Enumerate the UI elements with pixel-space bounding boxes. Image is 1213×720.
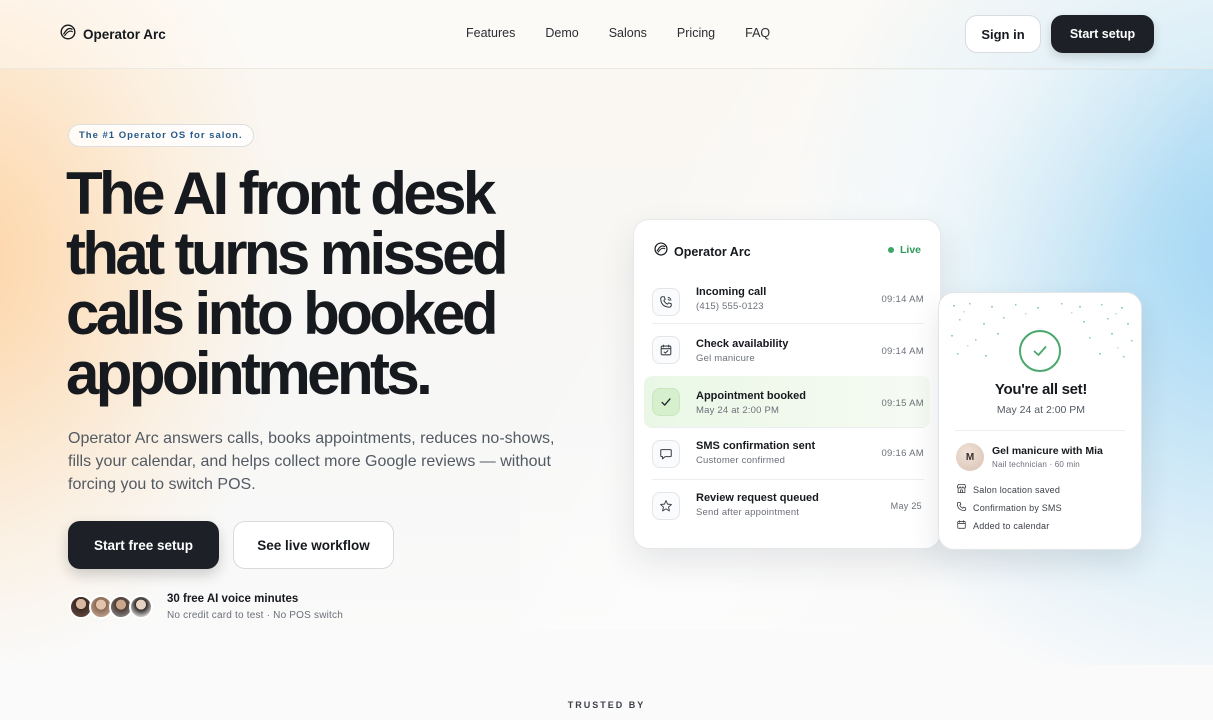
row-title: SMS confirmation sent [696, 440, 816, 452]
headline-line: that turns missed [66, 220, 509, 287]
hero-badge: The #1 Operator OS for salon. [68, 124, 254, 147]
phone-icon [652, 288, 680, 316]
customer-avatars [69, 595, 155, 620]
start-setup-button[interactable]: Start setup [1051, 15, 1154, 53]
row-title: Appointment booked [696, 390, 806, 402]
sign-in-button[interactable]: Sign in [965, 15, 1041, 53]
confirmation-card: You're all set! May 24 at 2:00 PM M Gel … [938, 292, 1142, 550]
brand-mark-icon [654, 242, 668, 261]
headline-line: The AI front desk [66, 160, 496, 227]
nav-link-faq[interactable]: FAQ [745, 26, 770, 40]
detail-text: Salon location saved [973, 484, 1061, 495]
activity-card-title: Operator Arc [674, 244, 751, 259]
start-free-setup-button[interactable]: Start free setup [68, 521, 219, 569]
social-proof-subtitle: No credit card to test · No POS switch [167, 610, 343, 621]
social-proof-title: 30 free AI voice minutes [167, 593, 299, 605]
activity-card-header: Operator Arc [654, 242, 751, 261]
calendar-check-icon [652, 336, 680, 364]
nav-link-features[interactable]: Features [466, 26, 515, 40]
see-live-workflow-button[interactable]: See live workflow [233, 521, 394, 569]
nav-link-salons[interactable]: Salons [609, 26, 647, 40]
checkmark-icon [652, 388, 680, 416]
technician-avatar: M [956, 443, 984, 471]
row-time: 09:14 AM [881, 346, 924, 357]
row-subtitle: Send after appointment [696, 507, 800, 518]
nav-link-demo[interactable]: Demo [545, 26, 578, 40]
activity-row-highlighted[interactable]: Appointment booked May 24 at 2:00 PM 09:… [644, 376, 930, 428]
row-time: 09:16 AM [881, 448, 924, 459]
phone-icon [956, 501, 967, 514]
hero-headline: The AI front desk that turns missed call… [66, 164, 586, 404]
row-title: Incoming call [696, 286, 767, 298]
row-time: May 25 [890, 501, 922, 511]
calendar-icon [956, 519, 967, 532]
brand-mark-icon [60, 24, 76, 45]
row-subtitle: Customer confirmed [696, 455, 786, 466]
live-status: Live [887, 244, 921, 256]
detail-text: Added to calendar [973, 520, 1050, 531]
row-time: 09:15 AM [881, 398, 924, 409]
row-subtitle: May 24 at 2:00 PM [696, 405, 780, 416]
detail-item: Added to calendar [956, 519, 1049, 532]
headline-line: calls into booked [66, 280, 498, 347]
divider [955, 430, 1125, 431]
success-check-icon [1019, 330, 1061, 372]
row-subtitle: (415) 555-0123 [696, 301, 764, 312]
star-icon [652, 492, 680, 520]
storefront-icon [956, 483, 967, 496]
top-nav: Operator Arc Features Demo Salons Pricin… [0, 0, 1213, 69]
avatar [129, 595, 153, 619]
row-title: Check availability [696, 338, 789, 350]
service-title: Gel manicure with Mia [992, 445, 1103, 457]
activity-row[interactable]: Review request queued Send after appoint… [644, 480, 930, 532]
detail-text: Confirmation by SMS [973, 502, 1062, 513]
chat-bubble-icon [652, 440, 680, 468]
detail-item: Confirmation by SMS [956, 501, 1062, 514]
activity-row[interactable]: SMS confirmation sent Customer confirmed… [644, 428, 930, 480]
brand-name: Operator Arc [83, 27, 166, 42]
live-label: Live [899, 244, 921, 256]
hero-subhead: Operator Arc answers calls, books appoin… [68, 430, 555, 493]
service-subtitle: Nail technician · 60 min [992, 460, 1080, 469]
detail-item: Salon location saved [956, 483, 1060, 496]
nav-link-pricing[interactable]: Pricing [677, 26, 715, 40]
nav-links: Features Demo Salons Pricing FAQ [466, 26, 770, 40]
live-dot-icon [887, 247, 894, 253]
confirmation-title: You're all set! [994, 381, 1088, 398]
row-subtitle: Gel manicure [696, 353, 755, 364]
headline-line: appointments. [66, 340, 433, 407]
row-time: 09:14 AM [881, 294, 924, 305]
activity-row[interactable]: Incoming call (415) 555-0123 09:14 AM [644, 276, 930, 328]
activity-card: Operator Arc Live Incoming call (415) 55… [633, 219, 941, 549]
activity-row[interactable]: Check availability Gel manicure 09:14 AM [644, 324, 930, 376]
row-title: Review request queued [696, 492, 819, 504]
brand-logo[interactable]: Operator Arc [60, 24, 166, 45]
confirmation-date: May 24 at 2:00 PM [996, 404, 1086, 416]
trusted-by-heading: TRUSTED BY [567, 700, 646, 710]
